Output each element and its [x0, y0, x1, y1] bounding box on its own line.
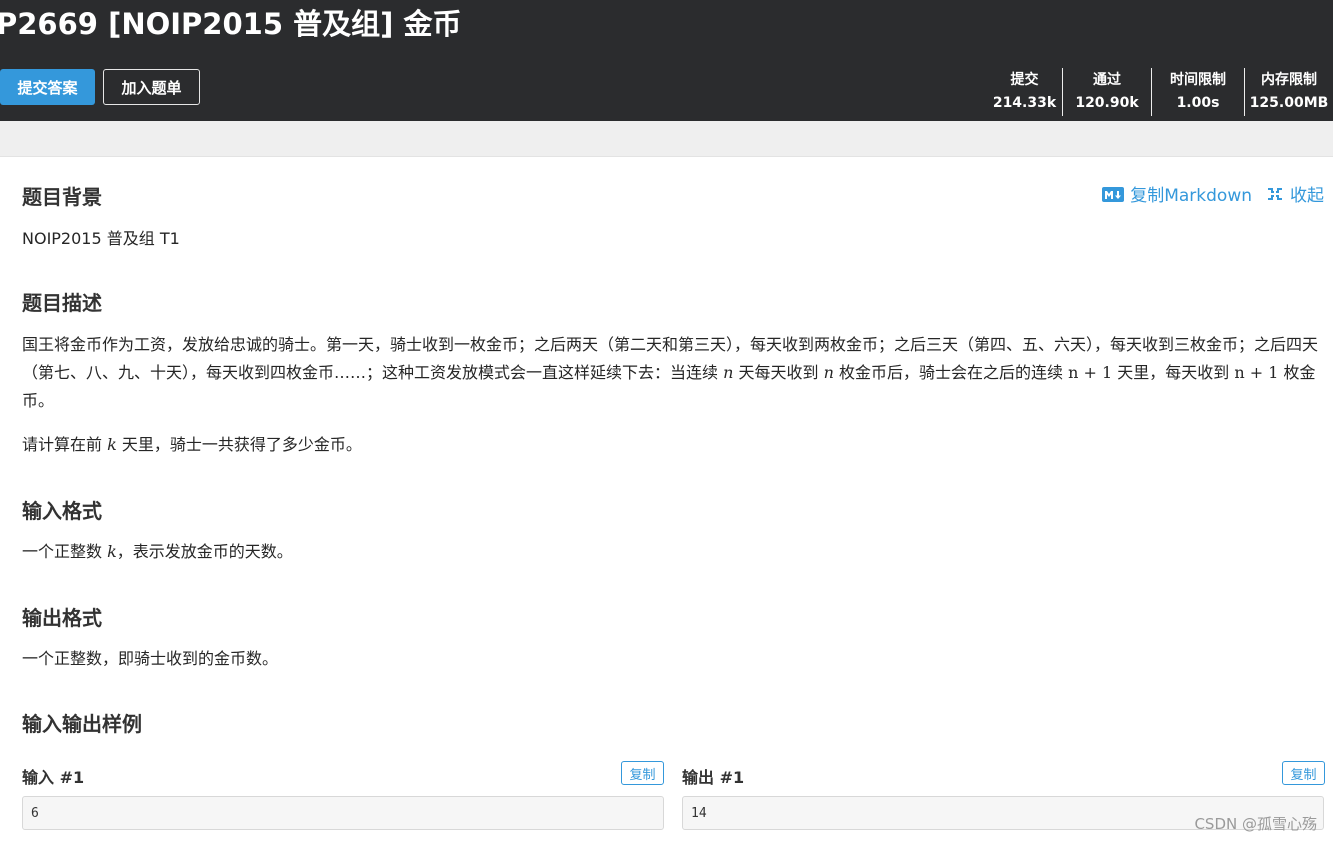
- collapse-icon: [1266, 186, 1284, 202]
- stat-value: 125.00MB: [1249, 95, 1329, 111]
- collapse-button[interactable]: 收起: [1266, 181, 1324, 206]
- math-n: n: [723, 363, 734, 382]
- problem-title: P2669 [NOIP2015 普及组] 金币: [0, 7, 462, 41]
- stat-label: 内存限制: [1261, 72, 1317, 88]
- stat-label: 提交: [1010, 72, 1039, 88]
- math-n-plus-1: n + 1: [1234, 363, 1279, 382]
- input-format-heading: 输入格式: [22, 499, 102, 523]
- stat-value: 1.00s: [1176, 95, 1220, 111]
- stat-value: 214.33k: [992, 95, 1057, 111]
- description-heading: 题目描述: [22, 291, 102, 315]
- copy-output-button[interactable]: 复制: [1282, 761, 1325, 785]
- copy-markdown-label: 复制Markdown: [1130, 186, 1252, 206]
- sample-input-label: 输入 #1: [22, 768, 85, 787]
- stat-label: 时间限制: [1170, 72, 1226, 88]
- sample-output-label: 输出 #1: [682, 768, 745, 787]
- add-to-list-button[interactable]: 加入题单: [103, 69, 200, 105]
- output-format-heading: 输出格式: [22, 606, 102, 630]
- submit-answer-button[interactable]: 提交答案: [0, 69, 95, 105]
- math-n-plus-1: n + 1: [1068, 363, 1113, 382]
- description-paragraph-1: 国王将金币作为工资，发放给忠诚的骑士。第一天，骑士收到一枚金币；之后两天（第二天…: [22, 335, 1319, 410]
- sample-input-box[interactable]: 6: [22, 796, 664, 830]
- stat-accepted: 通过 120.90k: [1062, 68, 1151, 116]
- math-k: k: [107, 542, 117, 561]
- background-text: NOIP2015 普及组 T1: [22, 229, 180, 248]
- problem-actions: 复制Markdown 收起: [1102, 181, 1324, 206]
- output-format-text: 一个正整数，即骑士收到的金币数。: [22, 649, 279, 668]
- collapse-label: 收起: [1290, 186, 1324, 206]
- problem-stats: 提交 214.33k 通过 120.90k 时间限制 1.00s 内存限制 12…: [987, 68, 1333, 116]
- copy-input-button[interactable]: 复制: [621, 761, 664, 785]
- samples-heading: 输入输出样例: [22, 712, 142, 736]
- math-n: n: [823, 363, 834, 382]
- math-k: k: [107, 435, 117, 454]
- stat-memory-limit: 内存限制 125.00MB: [1244, 68, 1333, 116]
- background-heading: 题目背景: [22, 185, 102, 209]
- input-format-text: 一个正整数 k，表示发放金币的天数。: [22, 542, 293, 561]
- markdown-icon: [1102, 186, 1125, 202]
- copy-markdown-button[interactable]: 复制Markdown: [1102, 181, 1252, 206]
- stat-label: 通过: [1093, 72, 1121, 88]
- csdn-watermark: CSDN @孤雪心殇: [1194, 815, 1317, 833]
- stat-time-limit: 时间限制 1.00s: [1151, 68, 1244, 116]
- stat-value: 120.90k: [1075, 95, 1139, 111]
- problem-header: P2669 [NOIP2015 普及组] 金币 提交答案 加入题单 提交 214…: [0, 0, 1333, 121]
- stat-submissions: 提交 214.33k: [987, 68, 1062, 116]
- header-spacer-band: [0, 121, 1333, 157]
- description-paragraph-2: 请计算在前 k 天里，骑士一共获得了多少金币。: [22, 435, 362, 454]
